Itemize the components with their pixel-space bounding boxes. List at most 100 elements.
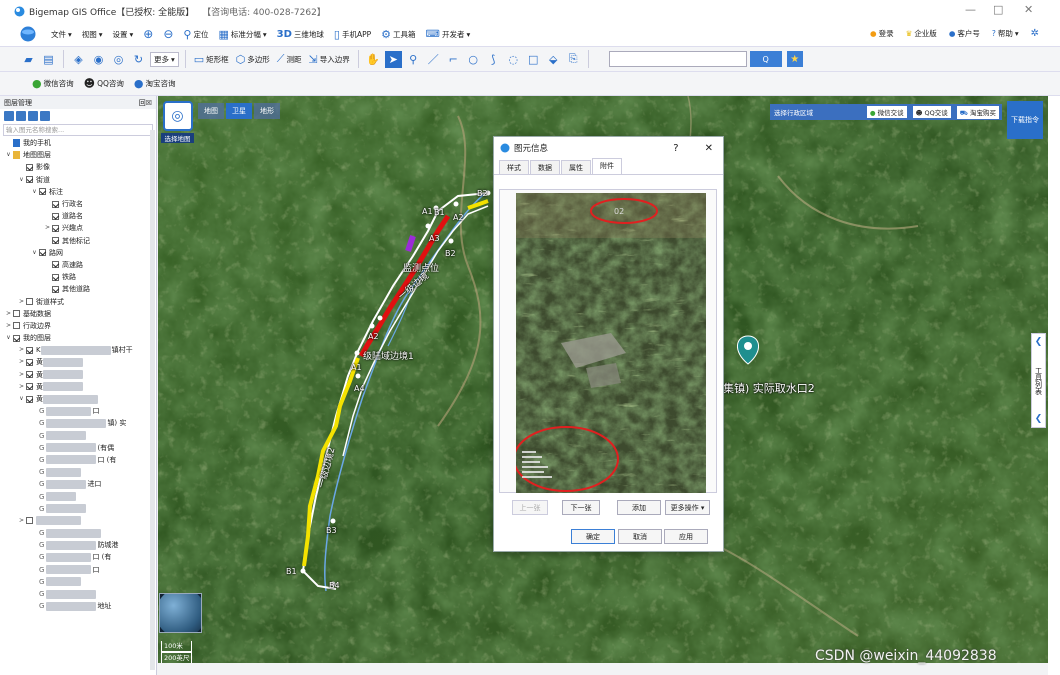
- layer-checkbox[interactable]: [13, 334, 20, 342]
- expand-arrow-icon[interactable]: >: [17, 296, 26, 308]
- region-select[interactable]: 选择行政区域: [774, 107, 813, 117]
- layer-tree-item[interactable]: >: [0, 515, 156, 527]
- edit-icon[interactable]: ⎘: [565, 51, 582, 68]
- layer-tree-item[interactable]: G口: [0, 564, 156, 576]
- tab-satellite[interactable]: 卫星: [226, 103, 252, 119]
- layer-tree-item[interactable]: > K 镇村干: [0, 344, 156, 356]
- dialog-close-button[interactable]: ✕: [705, 143, 713, 154]
- tool-list-button[interactable]: ❮ 工具列表 ❮: [1031, 333, 1046, 428]
- layer-checkbox[interactable]: [26, 383, 33, 391]
- layer-tree-item[interactable]: ∨ 标注: [0, 186, 156, 198]
- tab-terrain[interactable]: 地形: [254, 103, 280, 119]
- layer-tree-item[interactable]: 道路名: [0, 210, 156, 222]
- prev-image-button[interactable]: 上一张: [512, 500, 548, 515]
- layer-checkbox[interactable]: [39, 188, 46, 196]
- layer-checkbox[interactable]: [26, 395, 33, 403]
- layer-checkbox[interactable]: [26, 163, 33, 171]
- layer-tree-item[interactable]: 行政名: [0, 198, 156, 210]
- expand-arrow-icon[interactable]: ∨: [4, 149, 13, 161]
- more-actions-button[interactable]: 更多操作 ▾: [665, 500, 710, 515]
- layer-tree-item[interactable]: G: [0, 527, 156, 539]
- wechat-chat-button[interactable]: ● 微信交谈: [866, 106, 907, 118]
- layer-tree-item[interactable]: 影像: [0, 161, 156, 173]
- expand-arrow-icon[interactable]: ∨: [30, 186, 39, 198]
- layer-tree-item[interactable]: G: [0, 430, 156, 442]
- layer-checkbox[interactable]: [26, 358, 33, 366]
- hand-pan-icon[interactable]: ✋: [365, 51, 382, 68]
- login-button[interactable]: ● 登录: [867, 28, 897, 39]
- cursor-icon[interactable]: ➤: [384, 50, 402, 68]
- expand-arrow-icon[interactable]: ∨: [17, 174, 26, 186]
- layer-tree-item[interactable]: G 防城港: [0, 539, 156, 551]
- layer-tree-item[interactable]: > 基础数据: [0, 308, 156, 320]
- close-button[interactable]: ✕: [1024, 3, 1033, 16]
- dialog-help-button[interactable]: ?: [673, 143, 678, 154]
- eye-off-icon[interactable]: ◎: [110, 51, 127, 68]
- eraser-icon[interactable]: ⬙: [545, 51, 562, 68]
- circle-icon[interactable]: ○: [465, 51, 482, 68]
- save-icon[interactable]: ▤: [40, 51, 57, 68]
- expand-arrow-icon[interactable]: >: [4, 308, 13, 320]
- tab-style[interactable]: 样式: [499, 160, 529, 174]
- layer-tree-item[interactable]: G 进口: [0, 478, 156, 490]
- layer-tree-item[interactable]: G (有偶: [0, 442, 156, 454]
- polygon-select-button[interactable]: ⬡ 多边形: [234, 53, 272, 66]
- panel-search-input[interactable]: 输入图元名称搜索...: [3, 124, 153, 136]
- search-button[interactable]: Q: [749, 51, 782, 67]
- layer-checkbox[interactable]: [26, 371, 33, 379]
- menu-file[interactable]: 文件 ▾: [48, 29, 75, 40]
- layer-tree-item[interactable]: 其他标记: [0, 235, 156, 247]
- panel-scrollbar[interactable]: [150, 130, 155, 670]
- add-layer-icon[interactable]: [4, 111, 14, 121]
- layer-tree-item[interactable]: G 地址: [0, 600, 156, 612]
- polyline-icon[interactable]: ⌐: [445, 51, 462, 68]
- menu-standard-sheet[interactable]: ▦ 标准分幅 ▾: [215, 28, 269, 41]
- expand-arrow-icon[interactable]: ∨: [4, 332, 13, 344]
- layer-checkbox[interactable]: [52, 237, 59, 245]
- expand-arrow-icon[interactable]: >: [4, 320, 13, 332]
- layer-checkbox[interactable]: [13, 322, 20, 330]
- help-button[interactable]: ? 帮助 ▾: [989, 28, 1022, 39]
- layer-tree-item[interactable]: ∨ 路网: [0, 247, 156, 259]
- layer-checkbox[interactable]: [39, 249, 46, 257]
- expand-arrow-icon[interactable]: ∨: [17, 393, 26, 405]
- search-icon[interactable]: [40, 111, 50, 121]
- layer-checkbox[interactable]: [52, 200, 59, 208]
- search-input[interactable]: [608, 51, 747, 67]
- layer-tree-item[interactable]: ∨ 我的图层: [0, 332, 156, 344]
- qq-consult-button[interactable]: ☻ QQ咨询: [82, 77, 126, 90]
- select-map-button[interactable]: ◎ 选择地图: [161, 101, 194, 153]
- layer-tree-item[interactable]: > 兴趣点: [0, 222, 156, 234]
- layer-tree-item[interactable]: > 黄: [0, 381, 156, 393]
- taobao-consult-button[interactable]: ● 淘宝咨询: [132, 77, 178, 90]
- freehand-icon[interactable]: ⟆: [485, 51, 502, 68]
- layer-tree-item[interactable]: G: [0, 503, 156, 515]
- layer-tree-item[interactable]: G: [0, 490, 156, 502]
- ellipse-icon[interactable]: ◌: [505, 51, 522, 68]
- wechat-consult-button[interactable]: ● 微信咨询: [30, 77, 76, 90]
- expand-arrow-icon[interactable]: >: [17, 344, 26, 356]
- qq-chat-button[interactable]: ☻ QQ交谈: [912, 106, 951, 118]
- import-boundary-button[interactable]: ⇲ 导入边界: [306, 53, 351, 66]
- square-icon[interactable]: □: [525, 51, 542, 68]
- panel-pin-icon[interactable]: 回☒: [139, 98, 152, 108]
- ok-button[interactable]: 确定: [571, 529, 615, 544]
- expand-arrow-icon[interactable]: >: [17, 356, 26, 368]
- layer-tree-item[interactable]: ∨ 街道: [0, 174, 156, 186]
- taobao-buy-button[interactable]: ⛟ 淘宝购买: [956, 105, 999, 119]
- next-image-button[interactable]: 下一张: [562, 500, 600, 515]
- menu-settings[interactable]: 设置 ▾: [110, 29, 137, 40]
- enterprise-button[interactable]: ♛ 企业版: [903, 28, 940, 39]
- table-icon[interactable]: [16, 111, 26, 121]
- minimize-button[interactable]: —: [965, 3, 976, 16]
- layer-tree-item[interactable]: ∨ 黄: [0, 393, 156, 405]
- layer-tree-item[interactable]: ∨ 地图图层: [0, 149, 156, 161]
- layer-tree-item[interactable]: 我的手机: [0, 137, 156, 149]
- layer-tree-item[interactable]: G口: [0, 405, 156, 417]
- menu-3d-globe[interactable]: 3D 三维地球: [274, 29, 327, 40]
- layer-checkbox[interactable]: [52, 224, 59, 232]
- layer-checkbox[interactable]: [52, 212, 59, 220]
- zoom-in-icon[interactable]: ⊕: [140, 27, 156, 41]
- layer-tree-item[interactable]: G 镇) 实: [0, 417, 156, 429]
- layer-tree-item[interactable]: > 街道样式: [0, 295, 156, 307]
